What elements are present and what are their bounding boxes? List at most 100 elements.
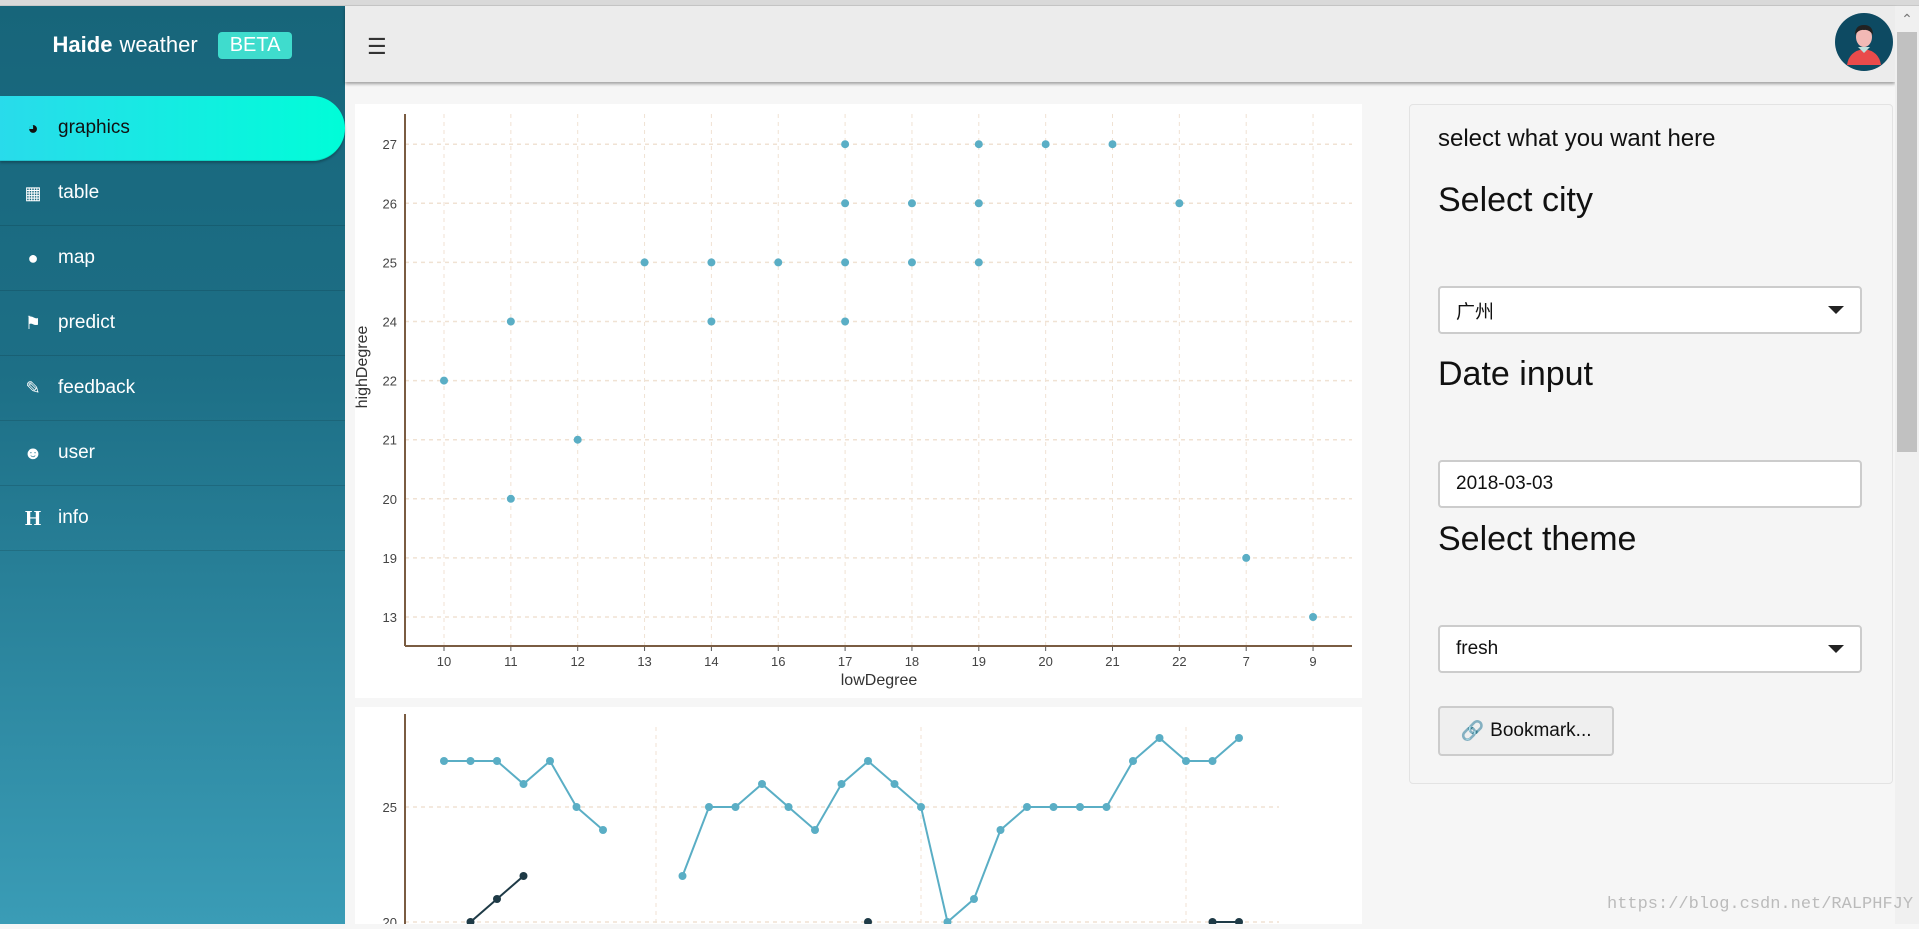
data-point [440, 376, 448, 385]
app-title: weather [119, 32, 198, 57]
sidebar-item-table[interactable]: ▦ table [0, 161, 345, 226]
data-point [1155, 734, 1164, 742]
data-point [864, 757, 872, 765]
x-tick-label: 16 [771, 654, 785, 669]
flag-icon: ⚑ [24, 312, 42, 333]
data-point [841, 140, 850, 149]
app-logo: Haide weather BETA [0, 6, 345, 84]
hamburger-menu-icon[interactable]: ☰ [367, 34, 387, 60]
data-point [890, 780, 899, 788]
data-point [705, 803, 713, 811]
data-point [493, 895, 501, 903]
sidebar-item-info[interactable]: Hinfo [0, 486, 345, 551]
data-point [907, 258, 916, 267]
scrollbar-thumb[interactable] [1897, 32, 1917, 452]
sidebar-item-label: feedback [58, 377, 136, 398]
y-tick-label: 13 [383, 610, 397, 625]
beta-badge: BETA [217, 31, 293, 59]
x-tick-label: 18 [905, 654, 919, 669]
x-tick-label: 17 [838, 654, 852, 669]
sidebar-item-predict[interactable]: ⚑ predict [0, 291, 345, 356]
data-point [974, 199, 983, 208]
data-point [519, 872, 528, 880]
header-icon: H [24, 505, 42, 530]
theme-select[interactable]: fresh [1438, 625, 1862, 673]
data-point [917, 803, 925, 811]
x-tick-label: 9 [1309, 654, 1316, 669]
data-point [506, 317, 515, 326]
y-tick-label: 21 [383, 433, 397, 448]
data-point [506, 494, 515, 503]
data-point [758, 780, 766, 788]
scroll-up-arrow-icon[interactable]: ⌃ [1895, 6, 1919, 32]
theme-label: Select theme [1438, 520, 1637, 558]
y-tick-label: 19 [383, 551, 397, 566]
data-point [1049, 803, 1058, 811]
sidebar-item-label: graphics [58, 117, 130, 138]
avatar-person-icon [1847, 25, 1881, 65]
data-point [466, 757, 475, 765]
user-avatar[interactable] [1835, 13, 1893, 71]
sidebar: Haide weather BETA ◕ graphics ▦ table ● map ⚑ p… [0, 6, 345, 924]
data-point [1102, 803, 1111, 811]
city-label: Select city [1438, 181, 1593, 219]
sidebar-item-graphics[interactable]: ◕ graphics [0, 96, 345, 161]
data-point [1076, 803, 1084, 811]
theme-value: fresh [1456, 638, 1499, 659]
page-scrollbar[interactable]: ⌃ [1895, 6, 1919, 924]
grid-icon: ▦ [24, 182, 42, 203]
x-tick-label: 22 [1172, 654, 1186, 669]
y-tick-label: 25 [383, 255, 397, 270]
sidebar-item-user[interactable]: ☻ user [0, 421, 345, 486]
y-tick-label: 20 [383, 492, 397, 507]
scatter-plot: 10 11 12 13 14 16 17 18 19 20 21 22 7 9 13 19 20 21 22 24 25… [354, 78, 1352, 689]
data-point [1175, 199, 1184, 208]
sidebar-item-feedback[interactable]: ✎ feedback [0, 356, 345, 421]
user-icon: ☻ [23, 442, 43, 463]
data-point [1108, 140, 1117, 149]
x-tick-label: 10 [437, 654, 451, 669]
bookmark-button[interactable]: 🔗 Bookmark... [1438, 706, 1614, 756]
y-tick-label: 27 [383, 137, 397, 152]
date-label: Date input [1438, 355, 1593, 393]
data-point [640, 258, 649, 267]
data-point [974, 140, 983, 149]
data-point [572, 803, 581, 811]
data-point [1309, 613, 1318, 621]
city-value: 广州 [1456, 301, 1495, 323]
x-tick-label: 20 [1038, 654, 1052, 669]
app-title-bold: Haide [52, 32, 113, 57]
line-chart: 2025 [383, 714, 1279, 929]
data-point [493, 757, 501, 765]
y-tick-label: 26 [383, 196, 397, 211]
data-point [1041, 140, 1050, 149]
data-point [1235, 918, 1243, 926]
control-panel: select what you want here Select city 广州… [1409, 104, 1893, 784]
data-point [707, 258, 716, 267]
city-select[interactable]: 广州 [1438, 286, 1862, 334]
x-tick-label: 21 [1105, 654, 1119, 669]
sidebar-item-label: predict [58, 312, 116, 333]
sidebar-item-map[interactable]: ● map [0, 226, 345, 291]
x-tick-label: 7 [1243, 654, 1250, 669]
y-axis-label: highDegree [355, 326, 371, 409]
watermark: https://blog.csdn.net/RALPHFJY [1607, 895, 1914, 914]
sidebar-item-label: map [58, 247, 95, 268]
data-point [970, 895, 978, 903]
chevron-down-icon [1828, 306, 1844, 314]
line-chart-panel: 20 25 [355, 707, 1362, 929]
x-axis-label: lowDegree [841, 672, 918, 689]
data-point [678, 872, 687, 880]
sidebar-item-label: info [58, 507, 89, 528]
link-icon: 🔗 [1460, 721, 1485, 742]
y-tick-label: 25 [383, 800, 397, 815]
series-line [444, 759, 604, 831]
data-point [1208, 918, 1217, 926]
data-point [784, 803, 793, 811]
data-point [837, 780, 846, 788]
date-input[interactable]: 2018-03-03 [1438, 460, 1862, 508]
x-tick-label: 13 [637, 654, 651, 669]
tachometer-icon: ◕ [27, 117, 39, 138]
bookmark-label: Bookmark... [1490, 720, 1592, 741]
data-point [1208, 757, 1217, 765]
